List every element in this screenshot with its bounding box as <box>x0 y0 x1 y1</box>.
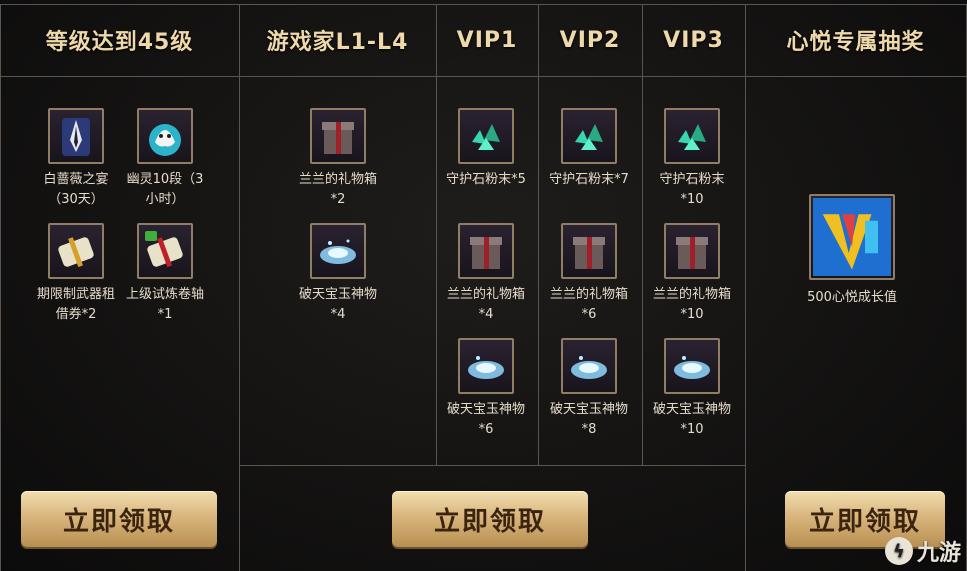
reward-item[interactable]: 守护石粉末*7 <box>540 108 638 190</box>
reward-item[interactable]: 守护石粉末*5 <box>437 108 535 190</box>
claim-vip-button[interactable]: 立即领取 <box>392 491 588 547</box>
reward-label: 兰兰的礼物箱*4 <box>446 287 525 322</box>
header-vip2: VIP2 <box>559 27 621 53</box>
rewards-table: 等级达到45级 游戏家L1-L4 VIP1 VIP2 VIP3 心悦专属抽奖 白… <box>0 0 967 571</box>
reward-label: 500心悦成长值 <box>807 290 897 305</box>
vip-icon <box>809 194 895 280</box>
table-border-left <box>0 4 1 571</box>
claim-level-button[interactable]: 立即领取 <box>21 491 217 547</box>
reward-label: 兰兰的礼物箱*10 <box>652 287 731 322</box>
jade-icon <box>664 338 720 394</box>
jade-icon <box>310 223 366 279</box>
crystal-icon <box>561 108 617 164</box>
header-vip1: VIP1 <box>456 27 518 53</box>
giftbox-icon <box>458 223 514 279</box>
reward-item[interactable]: 兰兰的礼物箱*4 <box>437 223 535 325</box>
reward-label: 破天宝玉神物*10 <box>652 402 731 437</box>
reward-item[interactable]: 兰兰的礼物箱*10 <box>643 223 741 325</box>
reward-label: 白蔷薇之宴（30天） <box>43 172 109 207</box>
reward-label: 上级试炼卷轴*1 <box>125 287 204 322</box>
reward-item[interactable]: 守护石粉末*10 <box>643 108 741 210</box>
jade-icon <box>561 338 617 394</box>
scroll-icon <box>48 223 104 279</box>
reward-label: 兰兰的礼物箱*2 <box>298 172 377 207</box>
scroll-icon <box>137 223 193 279</box>
ghost-icon <box>137 108 193 164</box>
crystal-icon <box>664 108 720 164</box>
reward-item[interactable]: 破天宝玉神物*6 <box>437 338 535 440</box>
header-gamer: 游戏家L1-L4 <box>266 30 409 55</box>
reward-item[interactable]: 上级试炼卷轴*1 <box>116 223 214 325</box>
reward-label: 守护石粉末*7 <box>549 172 629 187</box>
reward-label: 守护石粉末*5 <box>446 172 526 187</box>
giftbox-icon <box>561 223 617 279</box>
reward-item[interactable]: 兰兰的礼物箱*2 <box>289 108 387 210</box>
reward-item[interactable]: 500心悦成长值 <box>786 194 918 308</box>
reward-label: 守护石粉末*10 <box>659 172 725 207</box>
giftbox-icon <box>664 223 720 279</box>
suit-icon <box>48 108 104 164</box>
column-divider <box>745 4 746 571</box>
reward-label: 破天宝玉神物*6 <box>446 402 525 437</box>
reward-item[interactable]: 破天宝玉神物*8 <box>540 338 638 440</box>
reward-item[interactable]: 期限制武器租借券*2 <box>27 223 125 325</box>
reward-item[interactable]: 白蔷薇之宴（30天） <box>27 108 125 210</box>
crystal-icon <box>458 108 514 164</box>
reward-item[interactable]: 兰兰的礼物箱*6 <box>540 223 638 325</box>
column-divider <box>239 4 240 571</box>
reward-label: 破天宝玉神物*4 <box>298 287 377 322</box>
row-divider <box>239 465 746 466</box>
reward-label: 幽灵10段（3小时） <box>126 172 204 207</box>
watermark-text: 九游 <box>916 541 961 566</box>
reward-label: 期限制武器租借券*2 <box>36 287 115 322</box>
jiuyou-logo-icon: ϟ <box>884 537 913 565</box>
reward-item[interactable]: 破天宝玉神物*4 <box>289 223 387 325</box>
jade-icon <box>458 338 514 394</box>
header-level: 等级达到45级 <box>45 30 194 55</box>
reward-item[interactable]: 破天宝玉神物*10 <box>643 338 741 440</box>
header-vip3: VIP3 <box>663 27 724 53</box>
reward-item[interactable]: 幽灵10段（3小时） <box>116 108 214 210</box>
giftbox-icon <box>310 108 366 164</box>
header-lottery: 心悦专属抽奖 <box>786 30 925 55</box>
reward-label: 破天宝玉神物*8 <box>549 402 628 437</box>
watermark: ϟ 九游 <box>884 535 961 567</box>
reward-label: 兰兰的礼物箱*6 <box>549 287 628 322</box>
header-divider <box>0 76 967 77</box>
